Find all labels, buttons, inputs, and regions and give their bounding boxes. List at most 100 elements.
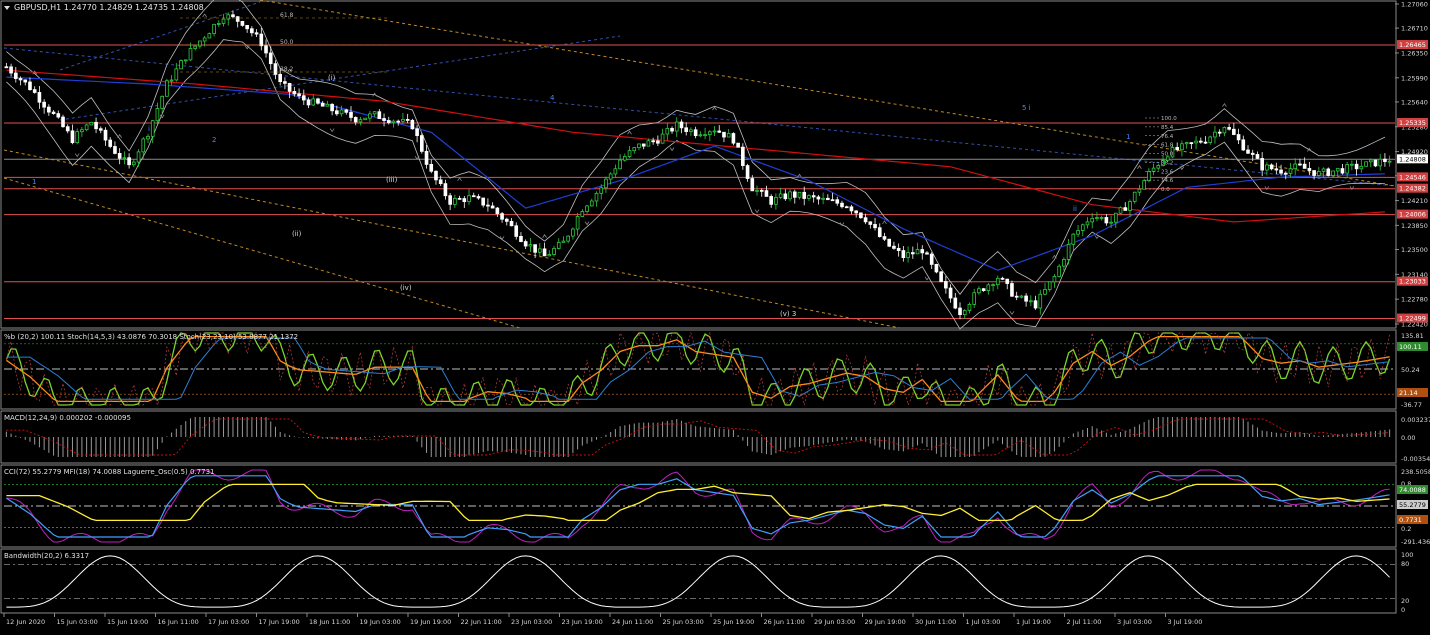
price-tag-text: 1.24382 xyxy=(1399,185,1426,193)
candle-body xyxy=(1213,131,1217,138)
time-tick-label: 15 Jun 03:00 xyxy=(57,618,98,626)
candle-body xyxy=(1019,295,1024,298)
candle xyxy=(89,121,94,126)
candle-body xyxy=(169,79,174,82)
candle-body xyxy=(1217,131,1222,134)
candle-body xyxy=(556,241,561,249)
wave-label: (iii) xyxy=(386,176,398,184)
time-tick-label: 19 Jun 03:00 xyxy=(360,618,401,626)
candle-body xyxy=(561,240,566,243)
symbol-header[interactable]: GBPUSD,H1 1.24770 1.24829 1.24735 1.2480… xyxy=(4,3,204,12)
candle-body xyxy=(722,131,726,138)
price-level-tag: 1.23033 xyxy=(1397,276,1428,286)
candle-body xyxy=(368,113,372,119)
candle-body xyxy=(1080,224,1085,231)
bandwidth-tick-label: 0 xyxy=(1401,606,1405,614)
candle-body xyxy=(226,14,231,20)
candle-body xyxy=(759,189,764,192)
percentb-tick-label: -36.77 xyxy=(1401,401,1422,409)
candle-body xyxy=(32,89,37,93)
candle-body xyxy=(1368,159,1373,163)
candle-body xyxy=(986,284,991,291)
time-tick-label: 26 Jun 11:00 xyxy=(764,618,805,626)
candle-body xyxy=(906,252,910,259)
candle xyxy=(419,133,424,154)
candle-body xyxy=(1104,217,1109,224)
candle-body xyxy=(283,81,287,84)
symbol-line: GBPUSD,H1 1.24770 1.24829 1.24735 1.2480… xyxy=(14,3,204,12)
candle-body xyxy=(335,110,339,115)
candle-body xyxy=(1269,164,1274,170)
candle-body xyxy=(1354,163,1359,170)
trading-chart[interactable]: 100.0 85.4 76.4 61.8 50.0 38.2 23.6 14.6 0.0 61.8… xyxy=(0,0,1430,631)
candle-body xyxy=(1118,207,1123,214)
chart-canvas[interactable]: 100.0 85.4 76.4 61.8 50.0 38.2 23.6 14.6 0.0 61.8… xyxy=(0,0,1430,631)
candle-body xyxy=(504,218,509,222)
candle-body xyxy=(292,90,297,95)
price-level-tag: 1.24808 xyxy=(1397,154,1428,164)
time-tick-label: 19 Jun 19:00 xyxy=(410,618,451,626)
candle-body xyxy=(264,45,268,54)
candle-body xyxy=(811,195,816,198)
candle-body xyxy=(65,126,70,132)
candle-body xyxy=(438,179,443,185)
percentb-badge: 100.11 xyxy=(1397,342,1428,351)
candle-body xyxy=(254,32,259,35)
candle xyxy=(410,118,415,130)
candle-body xyxy=(1043,289,1047,295)
fib-level-label: 85.4 xyxy=(1161,125,1174,131)
price-tag-text: 1.26465 xyxy=(1399,41,1426,49)
candle-body xyxy=(962,310,967,316)
candle-body xyxy=(13,72,18,79)
candle-body xyxy=(132,161,136,166)
candle-body xyxy=(519,236,523,242)
candle-body xyxy=(146,135,150,140)
candle-body xyxy=(623,156,627,161)
candle-body xyxy=(467,195,471,203)
candle-body xyxy=(80,129,84,133)
candle-body xyxy=(75,131,79,144)
price-tick-label: 1.23850 xyxy=(1401,222,1428,230)
candle-body xyxy=(188,48,193,61)
candle-body xyxy=(330,103,334,112)
time-tick-label: 23 Jun 19:00 xyxy=(562,618,603,626)
chart-background xyxy=(0,0,1430,631)
candle-body xyxy=(566,235,570,242)
candle-body xyxy=(424,150,429,165)
candle xyxy=(1057,264,1061,278)
candle-body xyxy=(174,68,179,81)
candle-body xyxy=(221,18,226,24)
candle-body xyxy=(1184,142,1189,145)
price-tag-text: 1.25335 xyxy=(1399,119,1426,127)
candle-body xyxy=(240,20,245,26)
candle-body xyxy=(1222,127,1227,134)
candle-body xyxy=(608,173,613,180)
candle-body xyxy=(1387,160,1392,163)
cci-badge: 55.2779 xyxy=(1397,500,1428,509)
candle-body xyxy=(429,164,434,172)
candle-body xyxy=(1142,180,1146,190)
fib-level-label: 0.0 xyxy=(1161,187,1170,193)
candle-body xyxy=(1298,163,1302,166)
candle-body xyxy=(830,199,835,202)
candle-body xyxy=(462,198,467,203)
candle-body xyxy=(745,165,750,179)
candle xyxy=(934,263,939,274)
candle-body xyxy=(604,178,608,189)
candle-body xyxy=(674,121,679,132)
price-tag-text: 1.22499 xyxy=(1399,315,1426,323)
candle-body xyxy=(84,124,89,131)
candle-body xyxy=(287,82,292,92)
candle-body xyxy=(278,73,282,83)
candle xyxy=(1118,206,1123,215)
cci-badge-text: 0.7731 xyxy=(1399,516,1422,524)
candle-body xyxy=(948,287,953,299)
candle-body xyxy=(18,78,23,81)
time-tick-label: 29 Jun 19:00 xyxy=(865,618,906,626)
candle xyxy=(859,212,863,219)
candle-body xyxy=(1156,165,1161,169)
candle-body xyxy=(113,146,117,154)
candle-body xyxy=(405,119,410,121)
candle-body xyxy=(571,228,575,237)
price-level-tag: 1.24006 xyxy=(1397,209,1428,219)
